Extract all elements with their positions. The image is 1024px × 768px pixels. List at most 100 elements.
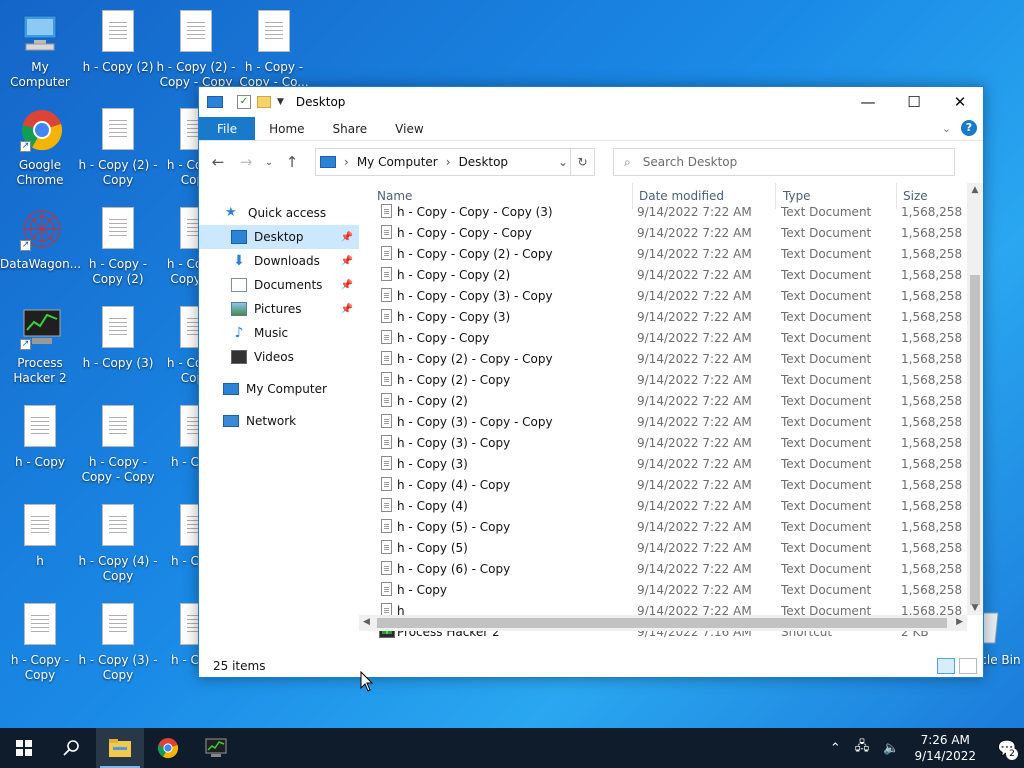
table-row[interactable]: h - Copy - Copy (3) 9/14/2022 7:22 AM Text… [359, 306, 982, 327]
properties-icon[interactable]: ✓ [237, 95, 251, 109]
file-date: 9/14/2022 7:22 AM [637, 204, 752, 219]
nav-videos[interactable]: Videos [199, 345, 359, 369]
breadcrumb-root[interactable]: My Computer [357, 155, 438, 169]
taskbar-file-explorer[interactable] [96, 728, 144, 768]
scroll-right-icon[interactable]: ▶ [956, 617, 963, 627]
forward-arrow-icon[interactable]: → [235, 153, 257, 171]
tab-view[interactable]: View [381, 117, 437, 140]
volume-icon[interactable]: 🔈 [883, 741, 899, 756]
table-row[interactable]: h - Copy - Copy - Copy (3) 9/14/2022 7:22… [359, 201, 982, 222]
table-row[interactable]: h - Copy (3) - Copy 9/14/2022 7:22 AM Text… [359, 432, 982, 453]
table-row[interactable]: h - Copy (4) - Copy 9/14/2022 7:22 AM Text… [359, 474, 982, 495]
file-explorer-window[interactable]: ✓ ▼ Desktop — ☐ ✕ File Home Share View ⌄… [198, 86, 984, 678]
taskbar-chrome[interactable] [144, 728, 192, 768]
table-row[interactable]: h - Copy - Copy (2) 9/14/2022 7:22 AM Text… [359, 264, 982, 285]
table-row[interactable]: h - Copy (3) 9/14/2022 7:22 AM Text Docume… [359, 453, 982, 474]
start-button[interactable] [0, 728, 48, 768]
large-icons-view-button[interactable] [959, 658, 977, 674]
file-type: Text Document [781, 540, 872, 555]
scroll-down-icon[interactable]: ▼ [967, 603, 983, 613]
desktop-icon-ph[interactable]: ↗ Process Hacker 2 [0, 306, 80, 386]
desktop-icon-doc[interactable]: h - Copy - Copy - Co... [234, 10, 314, 90]
pin-icon[interactable]: 📌 [341, 256, 353, 267]
details-view-button[interactable] [937, 658, 955, 674]
desktop-icon-chrome[interactable]: ↗ Google Chrome [0, 108, 80, 188]
nav-music[interactable]: ♪ Music [199, 321, 359, 345]
breadcrumb-chevron-icon[interactable]: › [344, 155, 349, 169]
customize-toolbar-icon[interactable]: ▼ [277, 97, 284, 107]
scroll-left-icon[interactable]: ◀ [363, 617, 370, 627]
search-input[interactable]: Search Desktop [643, 155, 738, 169]
tab-share[interactable]: Share [319, 117, 382, 140]
search-box[interactable]: ⌕ Search Desktop [613, 148, 955, 176]
nav-downloads[interactable]: ⬇ Downloads 📌 [199, 249, 359, 273]
table-row[interactable]: h - Copy - Copy - Copy 9/14/2022 7:22 AM T… [359, 222, 982, 243]
nav-quick-access[interactable]: ★ Quick access [199, 201, 359, 225]
table-row[interactable]: h - Copy - Copy (2) - Copy 9/14/2022 7:22… [359, 243, 982, 264]
address-bar[interactable]: › My Computer › Desktop ⌄ ↻ [315, 148, 595, 176]
table-row[interactable]: h - Copy (2) 9/14/2022 7:22 AM Text Docume… [359, 390, 982, 411]
taskbar-process-hacker[interactable] [192, 728, 240, 768]
pin-icon[interactable]: 📌 [341, 232, 353, 243]
table-row[interactable]: h - Copy (5) - Copy 9/14/2022 7:22 AM Text… [359, 516, 982, 537]
chevron-up-icon[interactable]: ⌃ [830, 741, 841, 756]
maximize-button[interactable]: ☐ [891, 87, 937, 117]
nav-desktop[interactable]: Desktop 📌 [199, 225, 359, 249]
desktop-icon-doc[interactable]: h [0, 504, 80, 569]
desktop-icon-doc[interactable]: h - Copy (3) [78, 306, 158, 371]
table-row[interactable]: h - Copy (2) - Copy 9/14/2022 7:22 AM Text… [359, 369, 982, 390]
address-dropdown-icon[interactable]: ⌄ [558, 155, 568, 169]
tab-home[interactable]: Home [255, 117, 318, 140]
minimize-button[interactable]: — [845, 87, 891, 117]
nav-network[interactable]: Network [199, 409, 359, 433]
back-arrow-icon[interactable]: ← [207, 153, 229, 171]
desktop-icon-doc[interactable]: h - Copy - Copy (2) [78, 207, 158, 287]
pin-icon[interactable]: 📌 [341, 304, 353, 315]
recent-locations-icon[interactable]: ⌄ [263, 157, 275, 168]
scrollbar-thumb[interactable] [970, 275, 980, 605]
desktop-icon-doc[interactable]: h - Copy (4) - Copy [78, 504, 158, 584]
table-row[interactable]: h - Copy (3) - Copy - Copy 9/14/2022 7:22… [359, 411, 982, 432]
notification-button[interactable]: 💬 2 [990, 728, 1024, 768]
network-icon[interactable]: 🖧 [855, 737, 870, 759]
desktop-icon-datawagon[interactable]: ↗ DataWagon... [0, 207, 81, 272]
desktop-icon-doc[interactable]: h - Copy - Copy [0, 603, 80, 683]
table-row[interactable]: h - Copy 9/14/2022 7:22 AM Text Document 1,… [359, 579, 982, 600]
desktop-icon-doc[interactable]: h - Copy (2) - Copy - Copy [156, 10, 236, 90]
desktop-icon-doc[interactable]: h - Copy (3) - Copy [78, 603, 158, 683]
desktop-icon-doc[interactable]: h - Copy (2) [78, 10, 158, 75]
desktop-icon-doc[interactable]: h - Copy [0, 405, 80, 470]
star-icon: ★ [225, 205, 237, 220]
scroll-up-icon[interactable]: ▲ [967, 185, 983, 195]
scrollbar-thumb[interactable] [377, 618, 947, 628]
pin-icon[interactable]: 📌 [341, 280, 353, 291]
table-row[interactable]: h - Copy (4) 9/14/2022 7:22 AM Text Docume… [359, 495, 982, 516]
refresh-icon[interactable]: ↻ [570, 149, 594, 175]
file-date: 9/14/2022 7:22 AM [637, 456, 752, 471]
clock[interactable]: 7:26 AM 9/14/2022 [914, 732, 976, 764]
desktop-icon-doc[interactable]: h - Copy (2) - Copy [78, 108, 158, 188]
breadcrumb-chevron-icon[interactable]: › [446, 155, 451, 169]
up-arrow-icon[interactable]: ↑ [281, 153, 303, 171]
table-row[interactable]: h - Copy - Copy (3) - Copy 9/14/2022 7:22… [359, 285, 982, 306]
search-icon [63, 740, 79, 756]
desktop-icon-pc[interactable]: My Computer [0, 10, 80, 90]
search-button[interactable] [48, 728, 96, 768]
table-row[interactable]: h - Copy (5) 9/14/2022 7:22 AM Text Docume… [359, 537, 982, 558]
tab-file[interactable]: File [199, 117, 256, 140]
horizontal-scrollbar[interactable]: ◀ ▶ [359, 615, 967, 631]
expand-ribbon-icon[interactable]: ⌄ [942, 122, 951, 135]
breadcrumb-current[interactable]: Desktop [459, 155, 509, 169]
vertical-scrollbar[interactable]: ▲ ▼ [967, 183, 983, 615]
help-icon[interactable]: ? [961, 120, 977, 136]
desktop-icon-doc[interactable]: h - Copy - Copy - Copy [78, 405, 158, 485]
close-button[interactable]: ✕ [937, 87, 983, 117]
table-row[interactable]: h - Copy (6) - Copy 9/14/2022 7:22 AM Text… [359, 558, 982, 579]
table-row[interactable]: h - Copy (2) - Copy - Copy 9/14/2022 7:22… [359, 348, 982, 369]
nav-my-computer[interactable]: My Computer [199, 377, 359, 401]
new-folder-icon[interactable] [257, 96, 271, 108]
nav-documents[interactable]: Documents 📌 [199, 273, 359, 297]
table-row[interactable]: h - Copy - Copy 9/14/2022 7:22 AM Text Doc… [359, 327, 982, 348]
nav-pictures[interactable]: Pictures 📌 [199, 297, 359, 321]
title-bar[interactable]: ✓ ▼ Desktop — ☐ ✕ [199, 87, 983, 117]
